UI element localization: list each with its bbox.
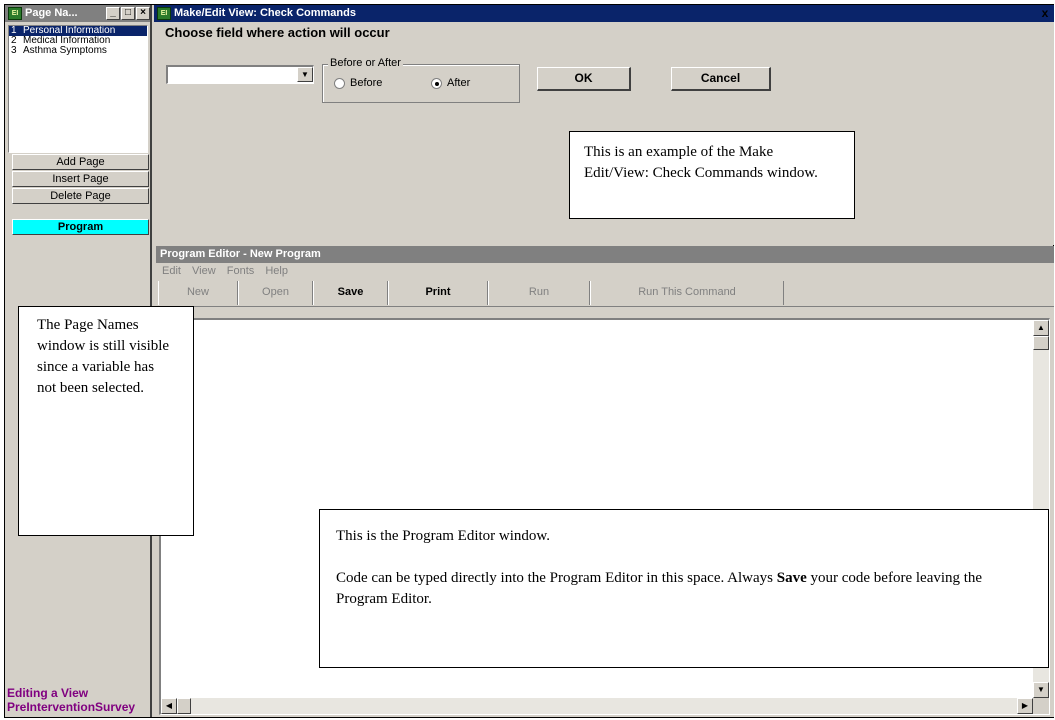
run-button[interactable]: Run — [488, 281, 590, 305]
maximize-icon[interactable]: □ — [121, 7, 135, 20]
choose-field-label: Choose field where action will occur — [165, 25, 390, 40]
radio-unchecked-icon — [334, 77, 345, 89]
vertical-scroll-thumb[interactable] — [1033, 336, 1049, 350]
program-editor-callout-line1: This is the Program Editor window. — [336, 528, 551, 544]
field-select[interactable]: ▼ — [166, 65, 314, 84]
page-list-item[interactable]: 2 Medical Information — [9, 36, 147, 46]
scroll-down-icon[interactable]: ▼ — [1033, 682, 1049, 698]
add-page-button[interactable]: Add Page — [12, 154, 149, 170]
page-list-item[interactable]: 1 Personal Information — [9, 26, 147, 36]
app-icon: EI — [8, 7, 22, 20]
delete-page-button[interactable]: Delete Page — [12, 188, 149, 204]
program-button[interactable]: Program — [12, 219, 149, 235]
program-editor-menubar: Edit View Fonts Help — [156, 263, 1054, 280]
cancel-button[interactable]: Cancel — [671, 67, 771, 91]
new-button[interactable]: New — [158, 281, 238, 305]
menu-fonts[interactable]: Fonts — [227, 265, 255, 277]
run-this-command-button[interactable]: Run This Command — [590, 281, 784, 305]
size-grip-icon[interactable] — [1033, 698, 1049, 714]
page-list-item[interactable]: 3 Asthma Symptoms — [9, 46, 147, 56]
program-editor-callout: This is the Program Editor window. Code … — [319, 509, 1049, 668]
scroll-up-icon[interactable]: ▲ — [1033, 320, 1049, 336]
program-editor-callout-line2: Code can be typed directly into the Prog… — [336, 570, 983, 607]
page-list[interactable]: 1 Personal Information 2 Medical Informati… — [8, 25, 148, 153]
chevron-down-icon[interactable]: ▼ — [297, 67, 313, 82]
application-frame: EI Page Na... _ □ × 1 Personal Informatio… — [4, 4, 1054, 718]
open-button[interactable]: Open — [238, 281, 313, 305]
before-after-label: Before or After — [328, 57, 403, 69]
menu-view[interactable]: View — [192, 265, 216, 277]
menu-edit[interactable]: Edit — [162, 265, 181, 277]
insert-page-button[interactable]: Insert Page — [12, 171, 149, 187]
minimize-icon[interactable]: _ — [106, 7, 120, 20]
program-editor-title: Program Editor - New Program — [160, 248, 321, 260]
status-survey-name: PreInterventionSurvey — [7, 700, 136, 714]
page-names-title: Page Na... — [25, 7, 78, 19]
save-button[interactable]: Save — [313, 281, 388, 305]
page-names-titlebar[interactable]: EI Page Na... _ □ × — [5, 5, 150, 22]
make-edit-view-title: Make/Edit View: Check Commands — [174, 7, 356, 19]
menu-help[interactable]: Help — [265, 265, 288, 277]
close-icon[interactable]: × — [136, 7, 150, 20]
make-edit-view-titlebar[interactable]: EI Make/Edit View: Check Commands — [154, 5, 1054, 22]
after-radio[interactable]: After — [431, 77, 470, 89]
ok-button[interactable]: OK — [537, 67, 631, 91]
horizontal-scroll-thumb[interactable] — [177, 698, 191, 714]
scroll-right-icon[interactable]: ▶ — [1017, 698, 1033, 714]
make-edit-view-window: EI Make/Edit View: Check Commands x Choo… — [154, 5, 1054, 245]
before-after-group: Before or After Before After — [322, 57, 520, 103]
radio-checked-icon — [431, 77, 442, 89]
make-edit-view-callout: This is an example of the Make Edit/View… — [569, 131, 855, 219]
before-radio[interactable]: Before — [334, 77, 382, 89]
app-icon: EI — [157, 7, 171, 20]
program-editor-toolbar: New Open Save Print Run Run This Command — [156, 280, 1054, 307]
program-editor-titlebar[interactable]: Program Editor - New Program — [156, 246, 1054, 263]
status-editing-view: Editing a View — [7, 686, 89, 700]
horizontal-scrollbar[interactable]: ◀ ▶ — [161, 698, 1033, 714]
print-button[interactable]: Print — [388, 281, 488, 305]
close-icon[interactable]: x — [1038, 7, 1052, 20]
page-names-callout: The Page Names window is still visible s… — [18, 306, 194, 536]
scroll-left-icon[interactable]: ◀ — [161, 698, 177, 714]
